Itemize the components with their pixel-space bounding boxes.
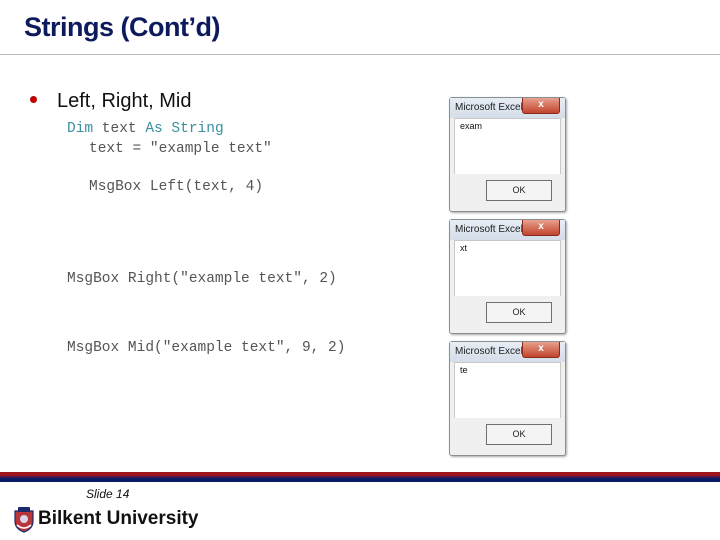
dialog-titlebar: Microsoft Excel x: [450, 220, 565, 240]
dialog-body: [454, 362, 561, 419]
code-line-2: text = "example text": [89, 141, 272, 157]
code-line-5: MsgBox Mid("example text", 9, 2): [67, 340, 346, 356]
code-line-3: MsgBox Left(text, 4): [89, 179, 264, 195]
university-crest-icon: [14, 507, 34, 533]
footer-stripe-blue: [0, 478, 720, 482]
title-divider: [0, 54, 720, 55]
ok-button[interactable]: OK: [486, 302, 552, 323]
close-button[interactable]: x: [522, 220, 560, 236]
code-line-1: Dim text As String: [67, 121, 224, 137]
dialog-message: te: [460, 365, 468, 375]
dialog-title: Microsoft Excel: [455, 102, 523, 113]
code-line-4: MsgBox Right("example text", 2): [67, 271, 337, 287]
code-variable: text: [93, 121, 146, 137]
dialog-body: [454, 240, 561, 297]
dialog-titlebar: Microsoft Excel x: [450, 342, 565, 362]
msgbox-dialog-left: Microsoft Excel x exam OK: [449, 97, 566, 212]
slide-number: Slide 14: [86, 487, 130, 501]
ok-button[interactable]: OK: [486, 424, 552, 445]
slide-title: Strings (Cont’d): [24, 12, 220, 42]
msgbox-dialog-mid: Microsoft Excel x te OK: [449, 341, 566, 456]
dialog-titlebar: Microsoft Excel x: [450, 98, 565, 118]
dialog-message: xt: [460, 243, 468, 253]
close-button[interactable]: x: [522, 342, 560, 358]
dialog-title: Microsoft Excel: [455, 346, 523, 357]
close-button[interactable]: x: [522, 98, 560, 114]
bullet-text: Left, Right, Mid: [57, 90, 192, 112]
code-keyword: Dim: [67, 121, 94, 137]
ok-button[interactable]: OK: [486, 180, 552, 201]
bullet-dot-icon: [30, 96, 37, 104]
university-name: Bilkent University: [38, 508, 199, 529]
msgbox-dialog-right: Microsoft Excel x xt OK: [449, 219, 566, 334]
bullet-item: Left, Right, Mid: [30, 90, 192, 113]
dialog-message: exam: [460, 121, 483, 131]
dialog-title: Microsoft Excel: [455, 224, 523, 235]
code-keyword: As String: [145, 121, 224, 137]
